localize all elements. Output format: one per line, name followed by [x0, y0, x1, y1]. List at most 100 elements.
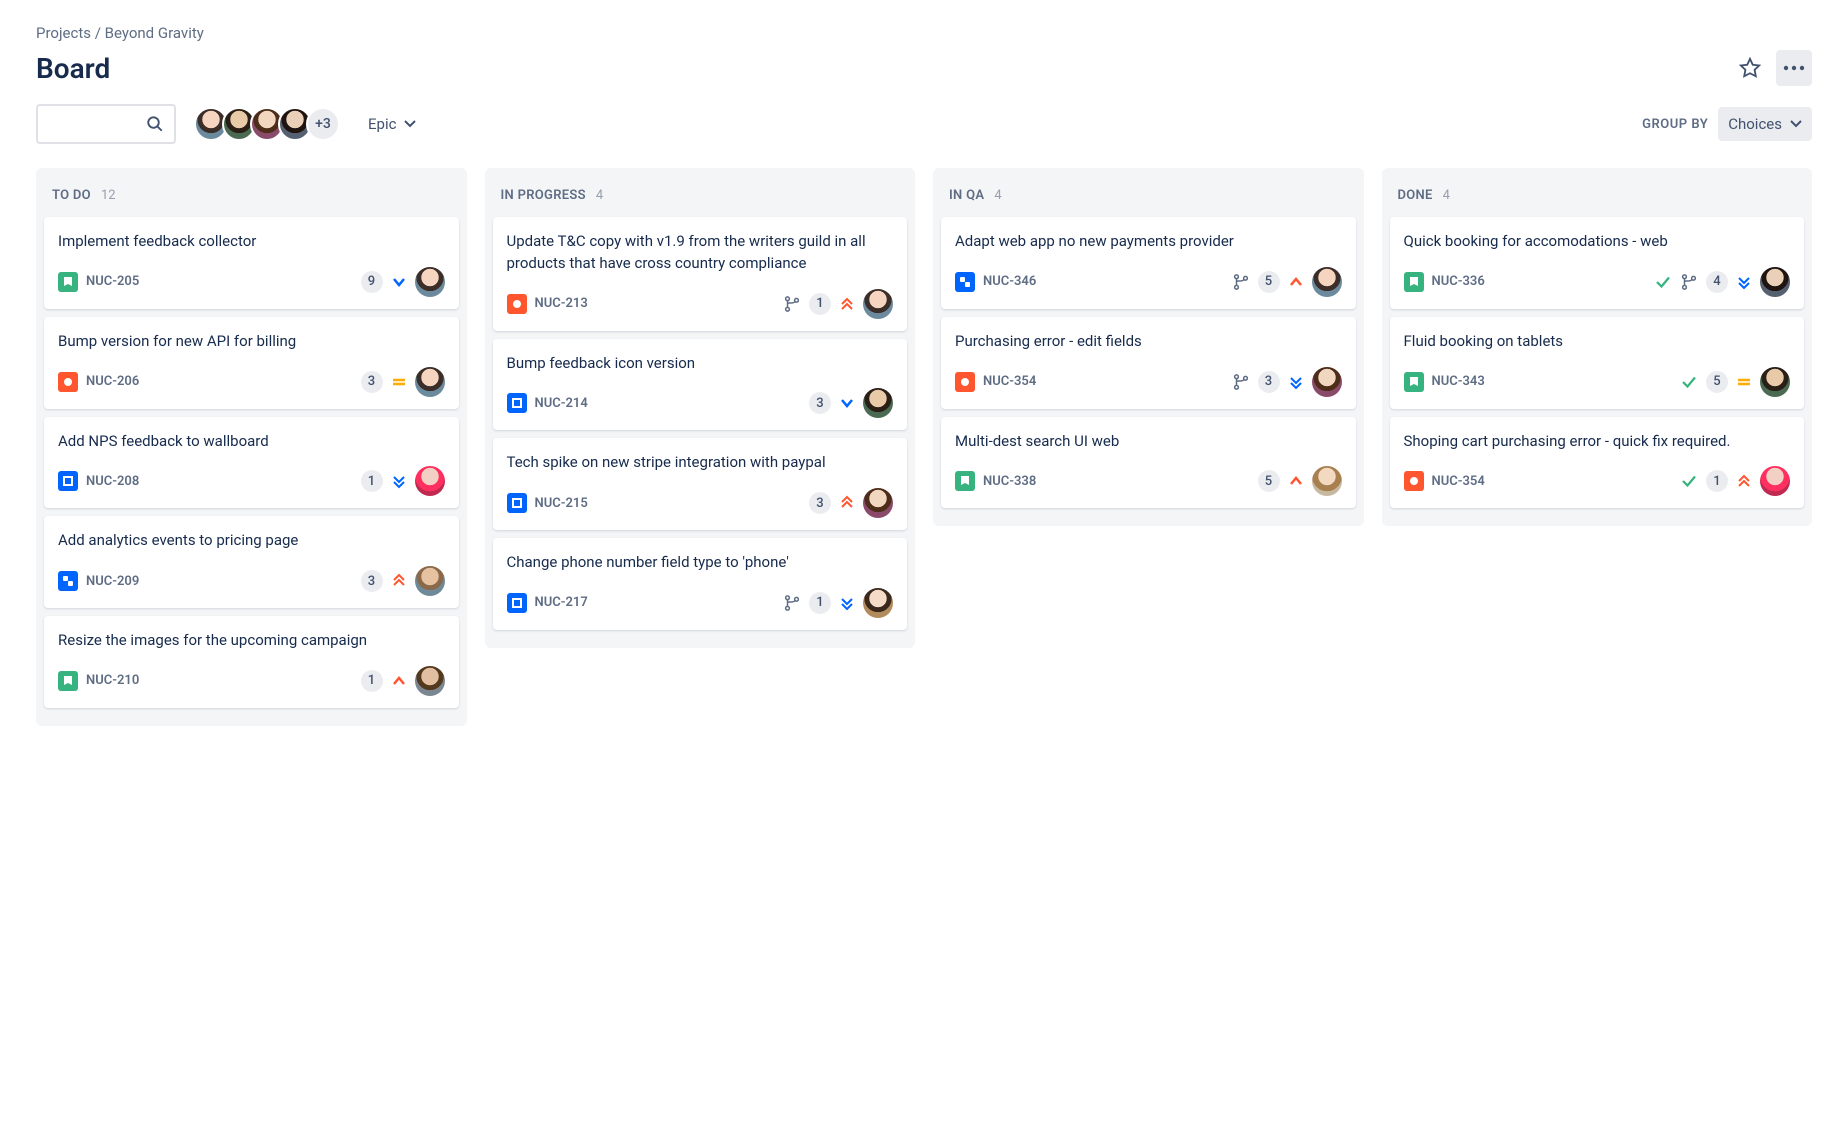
issue-card[interactable]: Bump version for new API for billing NUC… — [44, 317, 459, 409]
issue-title: Add NPS feedback to wallboard — [58, 431, 445, 453]
groupby-value: Choices — [1728, 115, 1782, 133]
priority-icon — [1288, 274, 1304, 290]
issue-title: Implement feedback collector — [58, 231, 445, 253]
board-column: TO DO 12 Implement feedback collector NU… — [36, 168, 467, 726]
subtask-indicator — [1680, 273, 1698, 291]
assignee-avatar[interactable] — [415, 267, 445, 297]
more-icon — [1783, 65, 1805, 71]
issue-card[interactable]: Add NPS feedback to wallboard NUC-208 1 — [44, 417, 459, 509]
priority-icon — [1288, 374, 1304, 390]
issue-title: Fluid booking on tablets — [1404, 331, 1791, 353]
issue-key: NUC-205 — [86, 274, 139, 289]
issue-type-icon — [507, 294, 527, 314]
issue-type-icon — [1404, 272, 1424, 292]
issue-title: Multi-dest search UI web — [955, 431, 1342, 453]
issue-card[interactable]: Shoping cart purchasing error - quick fi… — [1390, 417, 1805, 509]
issue-type-icon — [58, 372, 78, 392]
issue-card[interactable]: Change phone number field type to 'phone… — [493, 538, 908, 630]
done-indicator — [1654, 273, 1672, 291]
done-indicator — [1680, 472, 1698, 490]
issue-card[interactable]: Implement feedback collector NUC-205 9 — [44, 217, 459, 309]
star-icon — [1739, 57, 1761, 79]
check-icon — [1680, 373, 1698, 391]
page-title: Board — [36, 52, 110, 85]
issue-title: Change phone number field type to 'phone… — [507, 552, 894, 574]
assignee-avatar[interactable] — [1760, 466, 1790, 496]
assignee-avatar[interactable] — [1312, 367, 1342, 397]
column-count: 12 — [101, 188, 116, 203]
board-column: DONE 4 Quick booking for accomodations -… — [1382, 168, 1813, 526]
issue-type-icon — [507, 593, 527, 613]
search-input[interactable] — [36, 104, 176, 144]
issue-type-icon — [955, 372, 975, 392]
priority-icon — [391, 274, 407, 290]
epic-dropdown[interactable]: Epic — [358, 107, 426, 141]
done-indicator — [1680, 373, 1698, 391]
issue-key: NUC-346 — [983, 274, 1036, 289]
assignee-avatar[interactable] — [1760, 267, 1790, 297]
assignee-avatar[interactable] — [863, 289, 893, 319]
check-icon — [1680, 472, 1698, 490]
priority-icon — [1736, 274, 1752, 290]
issue-card[interactable]: Update T&C copy with v1.9 from the write… — [493, 217, 908, 331]
priority-icon — [839, 495, 855, 511]
story-points-badge: 1 — [361, 670, 383, 692]
breadcrumb: Projects / Beyond Gravity — [36, 24, 1812, 42]
issue-title: Tech spike on new stripe integration wit… — [507, 452, 894, 474]
chevron-down-icon — [1790, 120, 1802, 128]
issue-key: NUC-206 — [86, 374, 139, 389]
column-title: IN PROGRESS — [501, 188, 586, 203]
issue-type-icon — [507, 493, 527, 513]
issue-type-icon — [955, 471, 975, 491]
priority-icon — [391, 374, 407, 390]
issue-card[interactable]: Quick booking for accomodations - web NU… — [1390, 217, 1805, 309]
issue-key: NUC-354 — [1432, 474, 1485, 489]
story-points-badge: 1 — [809, 293, 831, 315]
subtask-indicator — [783, 594, 801, 612]
breadcrumb-project[interactable]: Beyond Gravity — [105, 24, 204, 42]
assignee-avatar[interactable] — [1312, 466, 1342, 496]
assignee-avatar[interactable] — [863, 588, 893, 618]
priority-icon — [839, 595, 855, 611]
issue-type-icon — [58, 272, 78, 292]
issue-card[interactable]: Fluid booking on tablets NUC-343 5 — [1390, 317, 1805, 409]
breadcrumb-root[interactable]: Projects — [36, 24, 91, 42]
chevron-down-icon — [404, 120, 416, 128]
branch-icon — [1232, 373, 1250, 391]
assignee-avatar[interactable] — [1760, 367, 1790, 397]
assignee-avatar[interactable] — [415, 367, 445, 397]
story-points-badge: 5 — [1258, 470, 1280, 492]
story-points-badge: 1 — [1706, 470, 1728, 492]
issue-card[interactable]: Bump feedback icon version NUC-214 3 — [493, 339, 908, 431]
issue-type-icon — [58, 671, 78, 691]
column-count: 4 — [994, 188, 1001, 203]
assignee-avatar[interactable] — [415, 666, 445, 696]
assignee-avatar[interactable] — [1312, 267, 1342, 297]
assignee-avatar[interactable] — [863, 488, 893, 518]
priority-icon — [1736, 374, 1752, 390]
more-button[interactable] — [1776, 50, 1812, 86]
issue-title: Adapt web app no new payments provider — [955, 231, 1342, 253]
issue-key: NUC-354 — [983, 374, 1036, 389]
avatar-more[interactable]: +3 — [306, 107, 340, 141]
priority-icon — [391, 673, 407, 689]
assignee-avatar[interactable] — [863, 388, 893, 418]
issue-card[interactable]: Tech spike on new stripe integration wit… — [493, 438, 908, 530]
board-column: IN QA 4 Adapt web app no new payments pr… — [933, 168, 1364, 526]
issue-key: NUC-214 — [535, 396, 588, 411]
issue-card[interactable]: Multi-dest search UI web NUC-338 5 — [941, 417, 1356, 509]
issue-card[interactable]: Add analytics events to pricing page NUC… — [44, 516, 459, 608]
issue-card[interactable]: Purchasing error - edit fields NUC-354 3 — [941, 317, 1356, 409]
story-points-badge: 9 — [361, 271, 383, 293]
issue-type-icon — [1404, 471, 1424, 491]
groupby-dropdown[interactable]: Choices — [1718, 107, 1812, 141]
assignee-avatar[interactable] — [415, 566, 445, 596]
issue-key: NUC-210 — [86, 673, 139, 688]
issue-card[interactable]: Resize the images for the upcoming campa… — [44, 616, 459, 708]
check-icon — [1654, 273, 1672, 291]
board-column: IN PROGRESS 4 Update T&C copy with v1.9 … — [485, 168, 916, 648]
issue-card[interactable]: Adapt web app no new payments provider N… — [941, 217, 1356, 309]
assignee-avatar[interactable] — [415, 466, 445, 496]
star-button[interactable] — [1732, 50, 1768, 86]
issue-title: Update T&C copy with v1.9 from the write… — [507, 231, 894, 275]
